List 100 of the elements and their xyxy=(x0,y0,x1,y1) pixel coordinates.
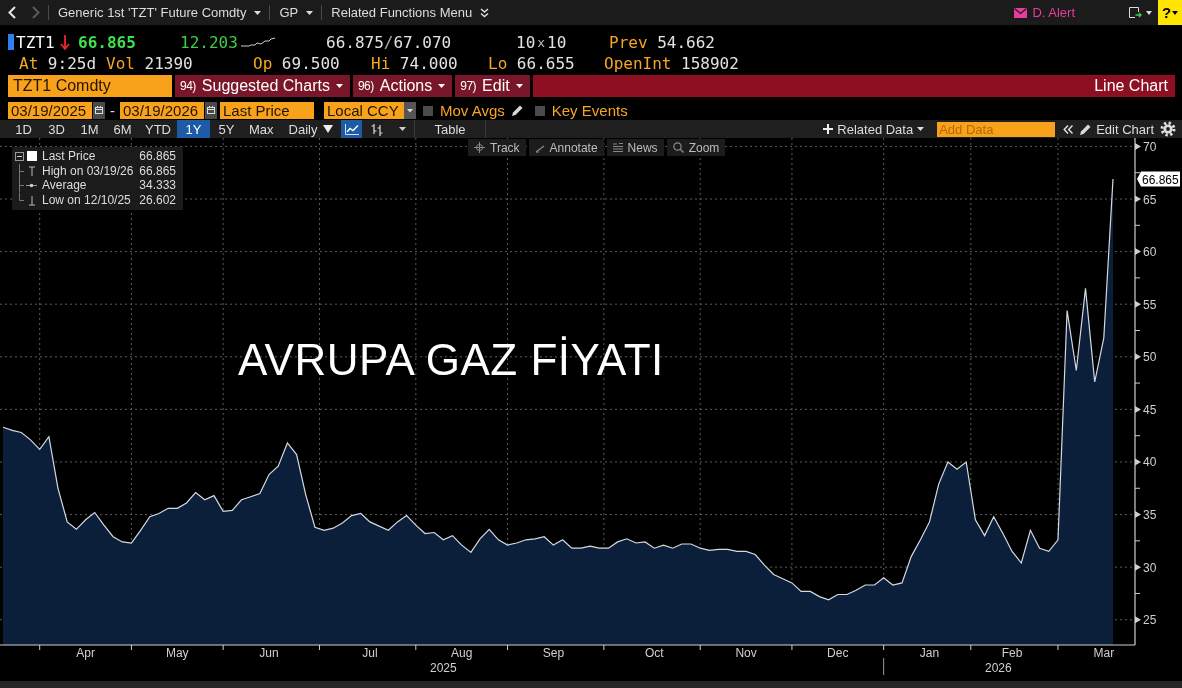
alert-button[interactable]: D. Alert xyxy=(1014,0,1075,25)
help-button[interactable]: ? xyxy=(1158,0,1182,25)
last-price-tag: 66.865 xyxy=(1137,171,1180,187)
caret-icon xyxy=(254,10,262,15)
year-label: 2026 xyxy=(985,661,1012,675)
chart-tool-button[interactable]: News xyxy=(606,139,664,156)
y-axis-label: 70 xyxy=(1143,139,1157,154)
x-axis-label: Sep xyxy=(542,646,565,660)
y-axis-label: 25 xyxy=(1143,613,1157,628)
date-range-separator: - xyxy=(110,102,115,119)
bid-ask-separator: / xyxy=(383,32,394,52)
field-selector[interactable]: Last Price xyxy=(220,102,314,119)
period-button[interactable]: YTD xyxy=(139,120,177,138)
menu-button[interactable]: 94) Suggested Charts xyxy=(175,75,350,97)
field-label: Hi xyxy=(371,53,391,73)
menu-button[interactable]: 97) Edit xyxy=(455,75,530,97)
legend-value: 26.602 xyxy=(139,192,176,207)
related-data-button[interactable]: Related Data xyxy=(823,120,925,138)
source-menu[interactable]: GP xyxy=(279,0,314,25)
caret-icon xyxy=(323,125,334,133)
add-data-field[interactable]: Add Data xyxy=(937,121,1056,137)
menu-button[interactable]: 96) Actions xyxy=(352,75,453,97)
period-button[interactable]: 6M xyxy=(106,120,139,138)
envelope-icon xyxy=(1014,7,1028,18)
window-arrow-icon xyxy=(1129,7,1142,18)
legend-value: 66.865 xyxy=(139,149,176,164)
field-value: 21390 xyxy=(144,53,193,73)
security-menu[interactable]: Generic 1st 'TZT' Future Comdty xyxy=(58,0,262,25)
frequency-dropdown[interactable]: Daily xyxy=(284,120,338,138)
double-chevron-left-icon[interactable] xyxy=(1063,124,1074,134)
ticker-flag-icon xyxy=(8,34,14,50)
y-axis-label: 60 xyxy=(1143,245,1157,260)
currency-dropdown[interactable]: Local CCY xyxy=(324,102,416,119)
checkbox[interactable] xyxy=(423,105,433,116)
period-button[interactable]: 3D xyxy=(40,120,73,138)
series-swatch-icon xyxy=(27,151,37,162)
settings-icon[interactable] xyxy=(1160,121,1176,137)
x-axis-label: Mar xyxy=(1093,646,1115,660)
field-label: Vol xyxy=(106,53,135,73)
field-label: OpenInt xyxy=(604,53,672,73)
crosshair-icon xyxy=(474,142,485,153)
x-axis-label: May xyxy=(165,646,189,660)
ask-price: 67.070 xyxy=(393,32,452,52)
ticker-symbol: TZT1 xyxy=(16,32,56,52)
security-field[interactable]: TZT1 Comdty xyxy=(8,75,172,97)
start-date-field[interactable]: 03/19/2025 xyxy=(8,102,92,119)
caret-icon xyxy=(917,127,925,131)
legend-label: Low on 12/10/25 xyxy=(42,192,132,207)
caret-icon xyxy=(335,84,343,88)
scrollbar[interactable] xyxy=(0,681,1182,688)
net-change: 12.203 xyxy=(180,32,238,52)
line-chart-icon xyxy=(344,123,359,135)
y-axis-label: 35 xyxy=(1143,508,1157,523)
field-value: 74.000 xyxy=(399,53,458,73)
x-axis-label: Jun xyxy=(259,646,279,660)
period-button[interactable]: 1D xyxy=(7,120,40,138)
x-axis-label: Dec xyxy=(827,646,849,660)
legend-value: 34.333 xyxy=(139,178,176,193)
checkbox-label[interactable]: Mov Avgs xyxy=(440,102,505,119)
chart-title-bar: Line Chart xyxy=(532,75,1175,97)
legend-label: Average xyxy=(42,178,88,193)
caret-icon xyxy=(1146,10,1152,15)
period-button[interactable]: 5Y xyxy=(210,120,243,138)
legend-label: Last Price xyxy=(42,149,97,164)
calendar-icon[interactable] xyxy=(205,102,217,119)
period-button[interactable]: Max xyxy=(243,120,280,138)
table-button[interactable]: Table xyxy=(414,120,486,138)
caret-icon xyxy=(1172,10,1179,15)
year-label: 2025 xyxy=(430,661,457,675)
related-functions-menu[interactable]: Related Functions Menu xyxy=(331,0,490,25)
field-label: Lo xyxy=(488,53,508,73)
chart-tool-button[interactable]: Zoom xyxy=(666,139,726,156)
period-button[interactable]: 1Y xyxy=(177,120,210,138)
chevron-left-icon[interactable] xyxy=(8,6,16,19)
overlay-title: AVRUPA GAZ FİYATI xyxy=(238,338,664,382)
end-date-field[interactable]: 03/19/2026 xyxy=(120,102,204,119)
field-label: Prev xyxy=(609,32,648,52)
field-value: 54.662 xyxy=(657,32,715,52)
collapse-icon[interactable] xyxy=(15,151,24,161)
chart-style-button[interactable] xyxy=(341,120,363,138)
field-value: 69.500 xyxy=(281,53,340,73)
chart-tool-button[interactable]: Track xyxy=(468,139,526,156)
edit-chart-button[interactable]: Edit Chart xyxy=(1080,120,1154,138)
y-axis-label: 30 xyxy=(1143,560,1157,575)
period-button[interactable]: 1M xyxy=(73,120,106,138)
ask-size: 10 xyxy=(547,32,567,52)
x-axis-label: Oct xyxy=(645,646,664,660)
checkbox[interactable] xyxy=(534,105,545,116)
x-axis-label: Jul xyxy=(362,646,378,660)
field-label: Op xyxy=(253,53,273,73)
double-chevron-down-icon xyxy=(480,7,490,18)
ohlc-bars-icon xyxy=(370,122,383,136)
checkbox-label[interactable]: Key Events xyxy=(551,102,628,119)
chart-tool-button[interactable]: Annotate xyxy=(528,139,604,156)
y-axis-label: 65 xyxy=(1143,192,1157,207)
caret-icon[interactable] xyxy=(399,127,407,131)
calendar-icon[interactable] xyxy=(93,102,105,119)
x-axis-label: Feb xyxy=(1001,646,1023,660)
caret-icon xyxy=(438,84,446,88)
field-value: 158902 xyxy=(681,53,739,73)
